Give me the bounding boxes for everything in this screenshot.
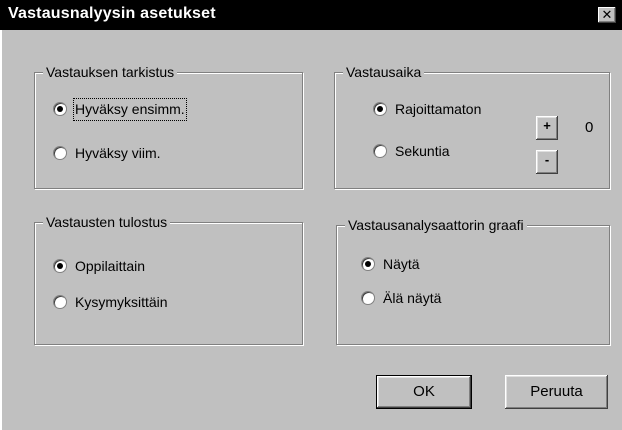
plus-icon: + (543, 118, 551, 133)
radio-label: Älä näytä (383, 290, 442, 306)
group-output: Vastausten tulostus Oppilaittain Kysymyk… (34, 213, 303, 345)
decrement-button[interactable]: - (536, 150, 558, 174)
group-answer-time: Vastausaika Rajoittamaton Sekuntia (334, 63, 610, 189)
close-icon: ✕ (601, 7, 613, 22)
radio-label: Rajoittamaton (395, 101, 482, 117)
radio-label: Sekuntia (395, 143, 450, 159)
minus-icon: - (544, 152, 550, 167)
radio-unselected-icon (361, 291, 375, 305)
window-edge (0, 30, 2, 430)
radio-selected-icon (53, 259, 67, 273)
radio-unselected-icon (53, 295, 67, 309)
time-value: 0 (585, 119, 594, 136)
group-answer-check: Vastauksen tarkistus Hyväksy ensimm. Hyv… (34, 63, 303, 189)
cancel-label: Peruuta (530, 383, 583, 400)
radio-selected-icon (373, 102, 387, 116)
ok-label: OK (413, 383, 435, 400)
radio-label: Näytä (383, 256, 420, 272)
group-label: Vastauksen tarkistus (43, 63, 178, 81)
cancel-button[interactable]: Peruuta (505, 375, 608, 409)
radio-selected-icon (361, 257, 375, 271)
group-graph: Vastausanalysaattorin graafi Näytä Älä n… (336, 216, 610, 345)
group-label: Vastausanalysaattorin graafi (345, 216, 527, 234)
radio-label: Hyväksy ensimm. (73, 98, 187, 121)
radio-label: Kysymyksittäin (75, 294, 168, 310)
ok-button[interactable]: OK (376, 375, 472, 409)
group-label: Vastausten tulostus (43, 213, 171, 231)
group-label: Vastausaika (343, 63, 425, 81)
radio-label: Hyväksy viim. (75, 145, 161, 161)
radio-selected-icon (53, 102, 67, 116)
title-bar: Vastausnalyysin asetukset ✕ (0, 0, 622, 30)
increment-button[interactable]: + (536, 116, 558, 140)
radio-unselected-icon (53, 146, 67, 160)
window-title: Vastausnalyysin asetukset (8, 5, 216, 22)
close-button[interactable]: ✕ (598, 7, 616, 23)
radio-label: Oppilaittain (75, 258, 146, 274)
radio-unselected-icon (373, 144, 387, 158)
